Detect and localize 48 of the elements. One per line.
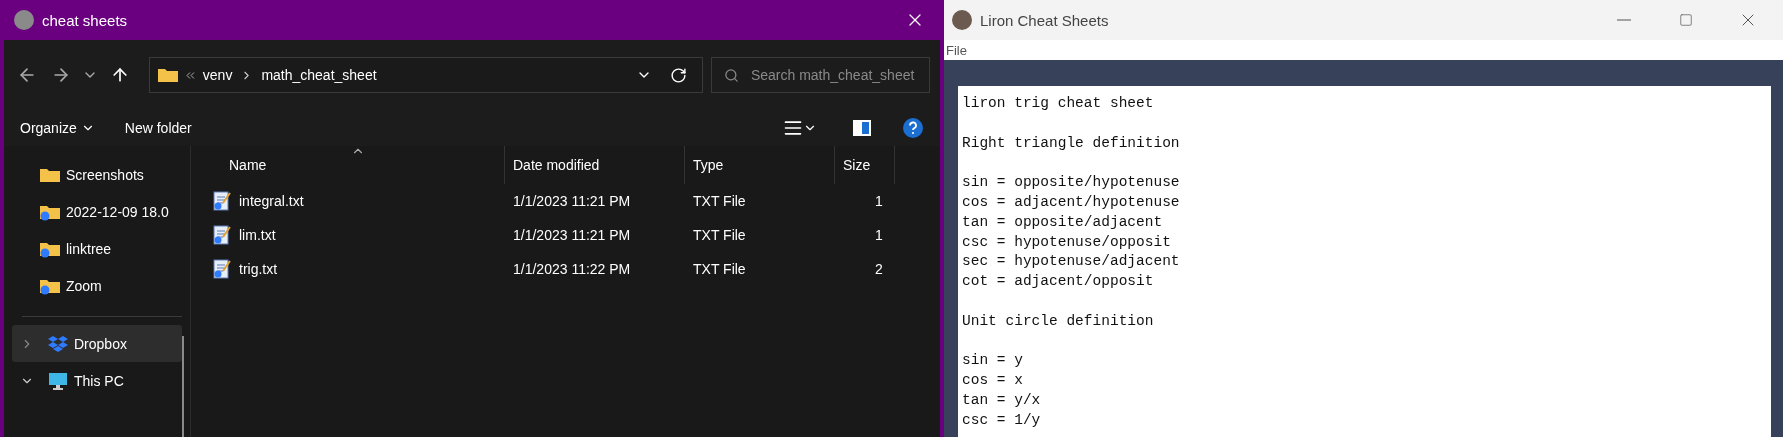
column-header[interactable]: Name xyxy=(205,146,505,184)
column-header[interactable]: Size xyxy=(835,146,895,184)
sidebar-item[interactable]: This PC xyxy=(12,362,182,399)
type-cell-text: TXT File xyxy=(692,261,747,277)
toolbar-button[interactable]: New folder xyxy=(124,120,192,136)
text-file-icon xyxy=(213,225,231,245)
dropbox-icon xyxy=(48,334,68,353)
address-bar[interactable]: venv math_cheat_sheet xyxy=(148,57,703,93)
avatar-icon xyxy=(14,10,34,30)
avatar-icon xyxy=(952,10,972,30)
window-title: cheat sheets xyxy=(42,11,129,29)
minimize-icon xyxy=(1617,19,1631,21)
toolbar-button[interactable]: Organize xyxy=(20,120,95,136)
search-icon xyxy=(723,67,739,83)
file-name-cell[interactable]: integral.txt xyxy=(205,191,505,211)
breadcrumb-item[interactable]: venv xyxy=(202,67,233,83)
sidebar-item[interactable]: Zoom xyxy=(12,267,182,304)
sidebar-item[interactable]: linktree xyxy=(12,230,182,267)
folder-icon xyxy=(157,66,178,84)
help-icon[interactable] xyxy=(902,117,924,139)
menu-item[interactable]: File xyxy=(946,42,967,58)
breadcrumb-item[interactable]: math_cheat_sheet xyxy=(261,67,377,83)
date-cell-text: 1/1/2023 11:21 PM xyxy=(512,227,632,243)
sidebar-item[interactable]: Dropbox xyxy=(12,325,182,362)
type-cell-text: TXT File xyxy=(692,193,747,209)
column-header[interactable]: Type xyxy=(685,146,835,184)
file-name-cell[interactable]: lim.txt xyxy=(205,225,505,245)
date-cell-text: 1/1/2023 11:22 PM xyxy=(512,261,632,277)
search-field[interactable]: Search math_cheat_sheet xyxy=(710,57,930,93)
text-file-icon xyxy=(213,191,231,211)
column-header[interactable]: Date modified xyxy=(505,146,685,184)
type-cell-text: TXT File xyxy=(692,227,747,243)
file-name-cell[interactable]: trig.txt xyxy=(205,259,505,279)
list-view-icon xyxy=(783,118,803,138)
size-cell-text: 1 xyxy=(874,227,884,243)
refresh-icon xyxy=(670,66,688,84)
monitor-icon xyxy=(48,371,68,390)
double-chevron-icon xyxy=(185,71,195,79)
preview-pane-icon[interactable] xyxy=(852,119,872,137)
window-title: Liron Cheat Sheets xyxy=(980,11,1110,29)
sidebar-item[interactable]: Screenshots xyxy=(12,156,182,193)
sidebar-item[interactable]: 2022-12-09 18.0 xyxy=(12,193,182,230)
text-area[interactable]: liron trig cheat sheet Right triangle definition sin = opposite/hypotenuse cos = adjacent/hypotenuse tan = opposite/adjacent csc = hypotenuse/opposit sec = hypotenuse/adjacent cot = adjacent/opposit Unit circle definition sin = y cos = x tan = y/x csc = 1/y xyxy=(958,86,1771,437)
text-file-icon xyxy=(213,259,231,279)
size-cell-text: 2 xyxy=(874,261,884,277)
size-cell-text: 1 xyxy=(874,193,884,209)
date-cell-text: 1/1/2023 11:21 PM xyxy=(512,193,632,209)
maximize-icon xyxy=(1679,13,1693,27)
